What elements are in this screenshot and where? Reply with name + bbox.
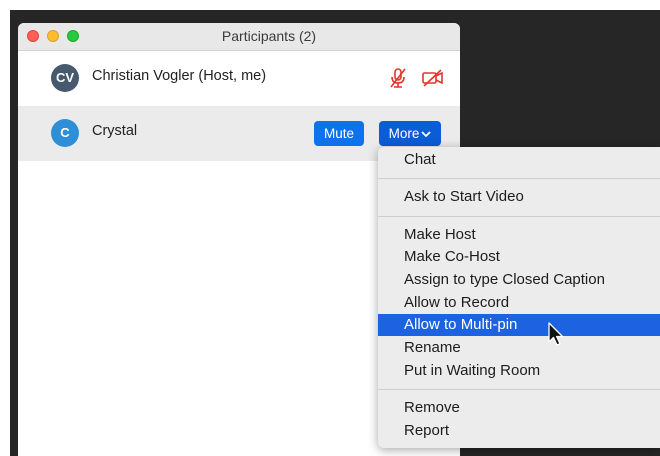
- microphone-muted-icon: [387, 67, 409, 94]
- window-title: Participants (2): [221, 28, 317, 44]
- title-bar[interactable]: Participants (2): [18, 23, 460, 51]
- menu-item-allow-record[interactable]: Allow to Record: [378, 292, 660, 314]
- menu-item-rename[interactable]: Rename: [378, 337, 660, 359]
- menu-item-waiting-room[interactable]: Put in Waiting Room: [378, 360, 660, 382]
- more-button[interactable]: More: [379, 121, 441, 146]
- menu-separator: [378, 389, 660, 390]
- menu-item-chat[interactable]: Chat: [378, 149, 660, 171]
- avatar: C: [51, 119, 79, 147]
- menu-item-make-co-host[interactable]: Make Co-Host: [378, 246, 660, 268]
- chevron-down-icon: [421, 121, 432, 146]
- participant-name: Christian Vogler (Host, me): [92, 68, 267, 84]
- menu-item-make-host[interactable]: Make Host: [378, 224, 660, 246]
- avatar: CV: [51, 64, 79, 92]
- participant-name: Crystal: [92, 123, 138, 139]
- menu-separator: [378, 178, 660, 179]
- menu-separator: [378, 216, 660, 217]
- mute-button[interactable]: Mute: [314, 121, 364, 146]
- more-button-label: More: [388, 126, 420, 141]
- more-context-menu: Chat Ask to Start Video Make Host Make C…: [378, 147, 660, 448]
- menu-item-report[interactable]: Report: [378, 420, 660, 442]
- menu-item-assign-closed-caption[interactable]: Assign to type Closed Caption: [378, 269, 660, 291]
- participant-row-host[interactable]: CV Christian Vogler (Host, me): [18, 51, 460, 106]
- video-off-icon: [421, 67, 445, 94]
- menu-item-ask-start-video[interactable]: Ask to Start Video: [378, 186, 660, 208]
- menu-item-allow-multi-pin[interactable]: Allow to Multi-pin: [378, 314, 660, 336]
- menu-item-remove[interactable]: Remove: [378, 397, 660, 419]
- mouse-pointer-icon: [547, 322, 565, 353]
